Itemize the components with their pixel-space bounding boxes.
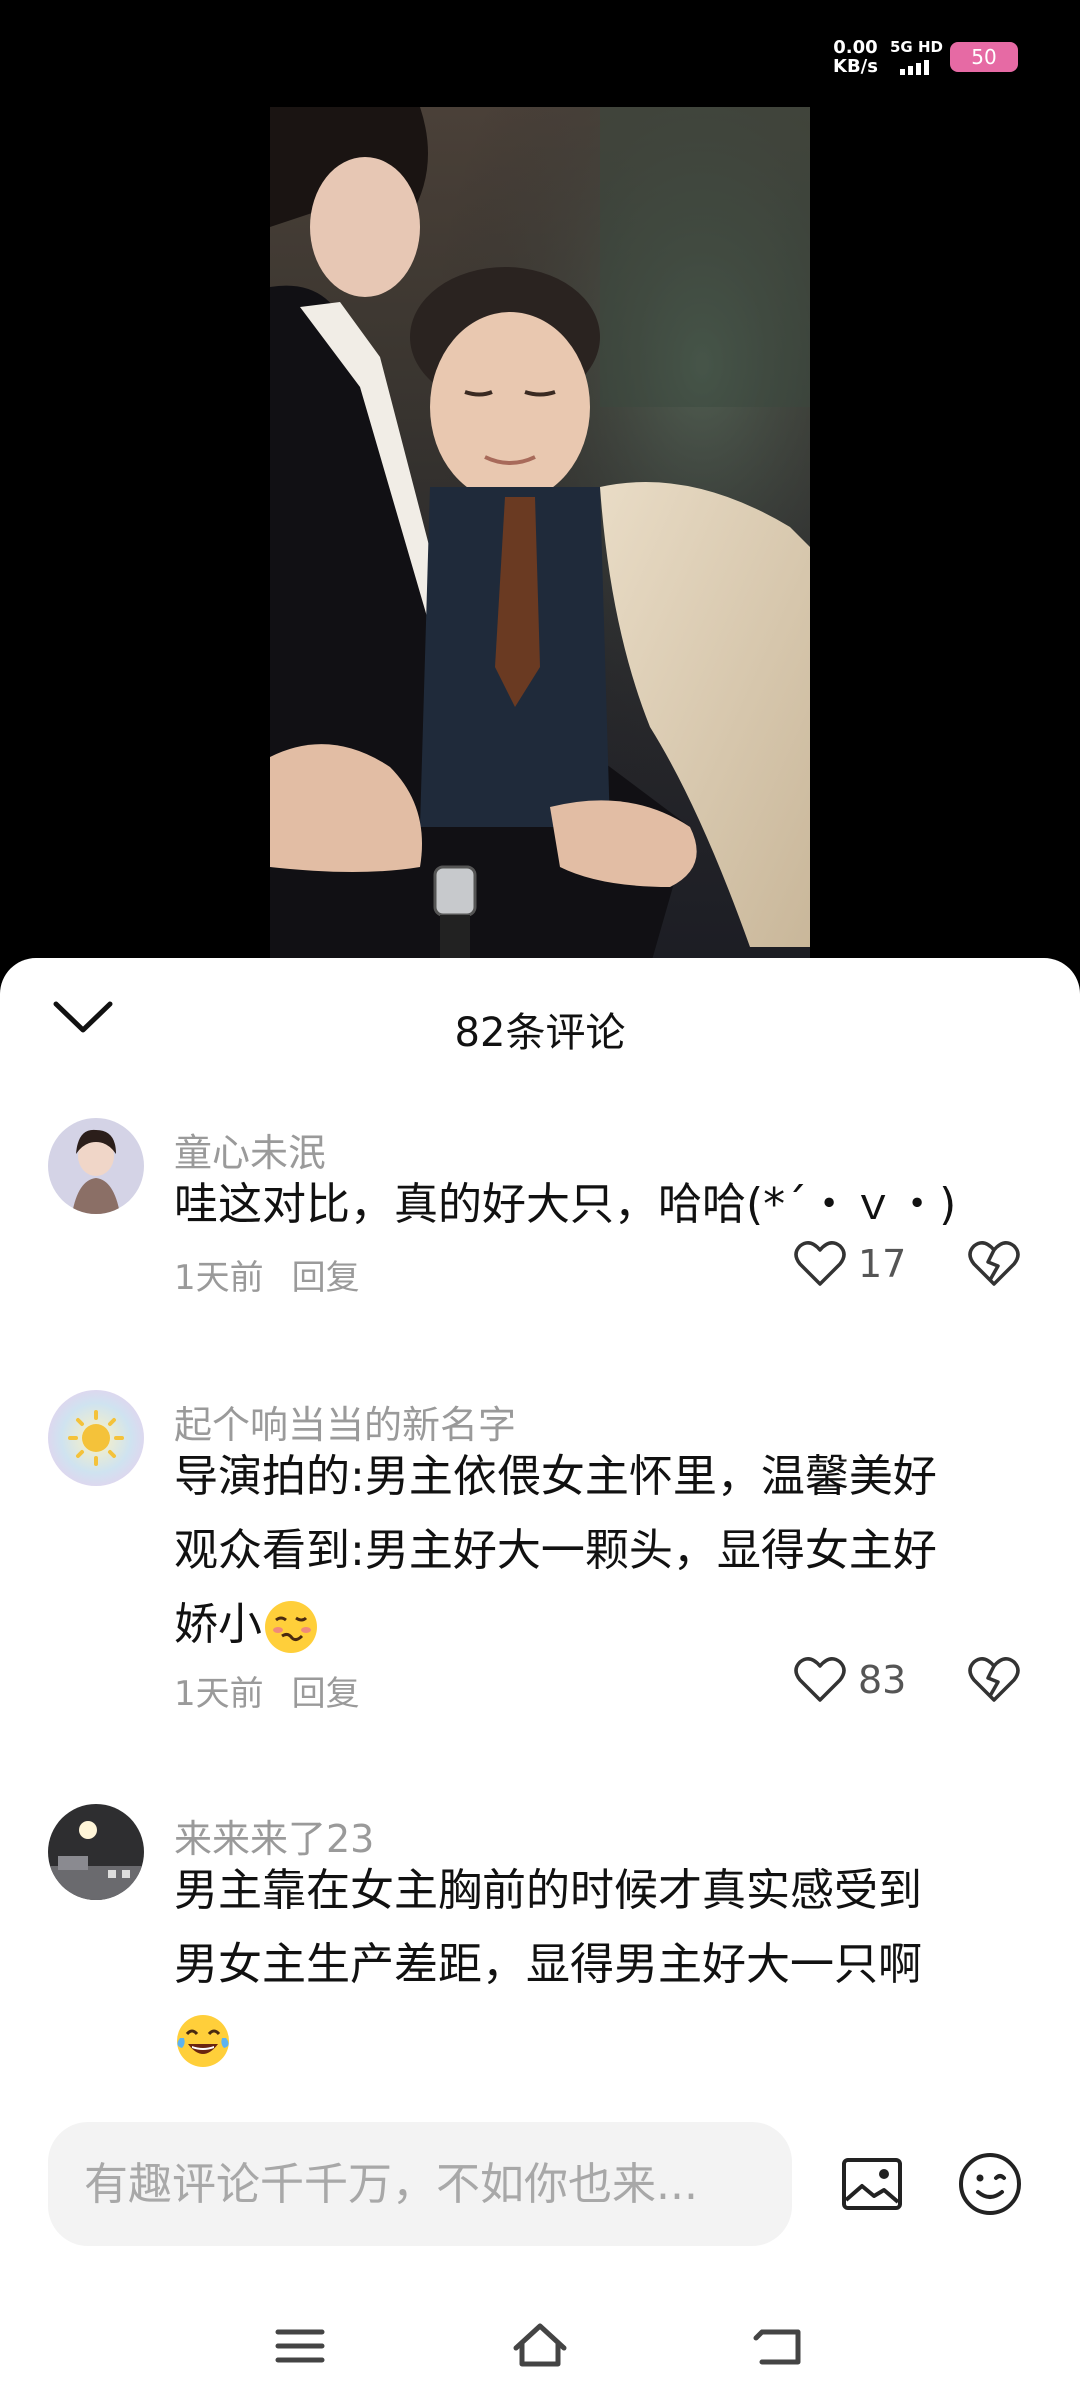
video-player[interactable] xyxy=(0,100,1080,980)
avatar-image xyxy=(48,1804,144,1900)
comment-text-line: 男女主生产差距，显得男主好大一只啊 xyxy=(174,1939,922,1990)
woozy-face-emoji-icon xyxy=(265,1601,317,1653)
avatar-image xyxy=(48,1118,144,1214)
battery-indicator: 50 xyxy=(950,42,1018,72)
comment-time: 1天前 xyxy=(174,1258,264,1298)
network-speed: 0.00 KB/s xyxy=(833,38,878,76)
emoji-button[interactable] xyxy=(956,2150,1024,2218)
home-button[interactable] xyxy=(508,2318,572,2374)
menu-button[interactable] xyxy=(268,2318,332,2374)
reply-button[interactable]: 回复 xyxy=(292,1258,360,1298)
comment-input[interactable] xyxy=(84,2122,774,2246)
signal-indicator: 5G HD xyxy=(890,38,943,75)
comment-text-line: 娇小 xyxy=(174,1599,262,1650)
dislike-button[interactable] xyxy=(968,1240,1020,1292)
network-speed-unit: KB/s xyxy=(833,56,878,77)
image-button[interactable] xyxy=(840,2152,904,2216)
comment-text-line-with-emoji: 娇小 xyxy=(174,1588,1024,1662)
heart-icon xyxy=(794,1241,846,1286)
comment-count-title: 82条评论 xyxy=(454,1010,626,1056)
home-icon xyxy=(513,2323,567,2367)
avatar[interactable] xyxy=(48,1118,144,1214)
comment-text: 哇这对比，真的好大只，哈哈(*´・ｖ・) xyxy=(174,1179,957,1230)
reply-button[interactable]: 回复 xyxy=(292,1674,360,1714)
comment-time: 1天前 xyxy=(174,1674,264,1714)
status-bar: 0.00 KB/s 5G HD 50 xyxy=(0,0,1080,100)
comment-text-line: 男主靠在女主胸前的时候才真实感受到 xyxy=(174,1865,922,1916)
broken-heart-icon xyxy=(968,1657,1020,1702)
like-button[interactable]: 17 xyxy=(794,1240,906,1288)
comment-text: 导演拍的:男主依偎女主怀里，温馨美好 观众看到:男主好大一颗头，显得女主好 娇小 xyxy=(174,1440,1024,1662)
laughing-tears-emoji-icon xyxy=(177,2015,229,2067)
network-type: 5G HD xyxy=(890,38,943,56)
network-speed-value: 0.00 xyxy=(833,37,878,58)
system-nav-bar xyxy=(0,2290,1080,2400)
video-frame[interactable] xyxy=(270,107,810,967)
like-count: 83 xyxy=(858,1658,907,1702)
like-button[interactable]: 83 xyxy=(794,1656,906,1704)
comments-header: 82条评论 xyxy=(0,958,1080,1056)
avatar-image xyxy=(48,1390,144,1486)
avatar[interactable] xyxy=(48,1804,144,1900)
comment-meta: 1天前 回复 xyxy=(174,1666,360,1715)
broken-heart-icon xyxy=(968,1241,1020,1286)
like-count: 17 xyxy=(858,1242,907,1286)
comment-text-line: 导演拍的:男主依偎女主怀里，温馨美好 xyxy=(174,1451,937,1502)
comment-input-container[interactable] xyxy=(48,2122,792,2246)
back-button[interactable] xyxy=(748,2318,812,2374)
signal-bars-icon xyxy=(900,60,943,75)
comment-text-line: 观众看到:男主好大一颗头，显得女主好 xyxy=(174,1525,937,1576)
comment-text-line-with-emoji xyxy=(174,2002,1024,2076)
dislike-button[interactable] xyxy=(968,1656,1020,1708)
smiley-icon xyxy=(959,2153,1021,2215)
comment-meta: 1天前 回复 xyxy=(174,1250,360,1299)
image-icon xyxy=(842,2158,902,2210)
menu-icon xyxy=(275,2329,325,2363)
avatar[interactable] xyxy=(48,1390,144,1486)
comment-text: 男主靠在女主胸前的时候才真实感受到 男女主生产差距，显得男主好大一只啊 xyxy=(174,1854,1024,2076)
back-icon xyxy=(753,2329,801,2365)
video-still-image xyxy=(270,107,810,967)
heart-icon xyxy=(794,1657,846,1702)
